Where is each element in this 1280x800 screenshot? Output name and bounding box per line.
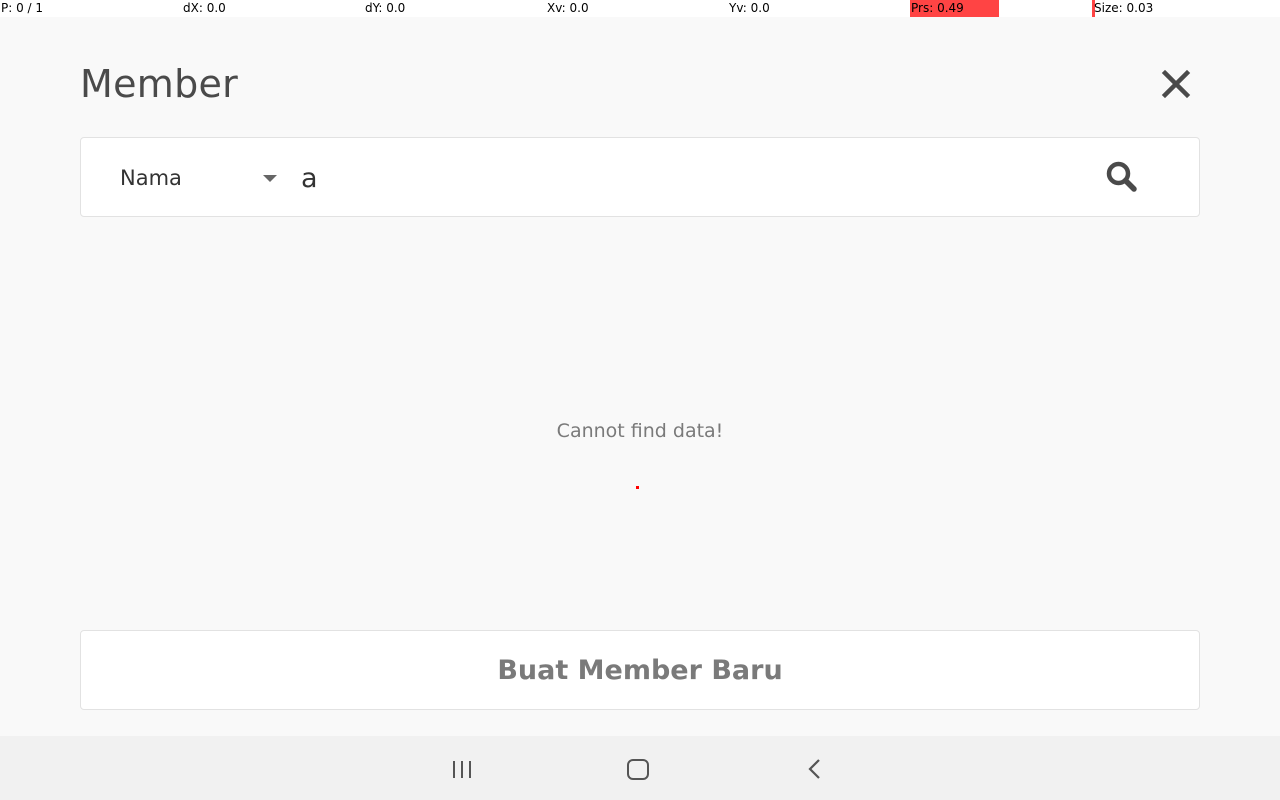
system-nav-bar — [0, 736, 1280, 800]
pointer-debug-bar: P: 0 / 1 dX: 0.0 dY: 0.0 Xv: 0.0 Yv: 0.0… — [0, 0, 1280, 17]
debug-yv: Yv: 0.0 — [729, 1, 770, 15]
search-icon — [1106, 161, 1137, 192]
debug-dx: dX: 0.0 — [183, 1, 226, 15]
search-input[interactable] — [301, 152, 1081, 204]
create-member-button[interactable]: Buat Member Baru — [80, 630, 1200, 710]
debug-dy: dY: 0.0 — [365, 1, 406, 15]
close-icon — [1161, 69, 1191, 99]
home-icon — [627, 759, 649, 780]
debug-prs: Prs: 0.49 — [911, 1, 964, 15]
back-icon — [808, 759, 820, 779]
empty-results-message: Cannot find data! — [556, 420, 724, 442]
recents-button[interactable] — [450, 756, 476, 782]
search-panel: Nama — [80, 137, 1200, 217]
debug-pointer: P: 0 / 1 — [1, 1, 44, 15]
caret-down-icon — [263, 175, 277, 182]
home-button[interactable] — [625, 756, 651, 782]
page-title: Member — [80, 62, 239, 106]
debug-xv: Xv: 0.0 — [547, 1, 589, 15]
search-filter-selected: Nama — [120, 166, 182, 190]
close-button[interactable] — [1156, 64, 1196, 104]
search-button[interactable] — [1105, 160, 1139, 194]
back-button[interactable] — [802, 756, 828, 782]
touch-point-marker — [636, 486, 639, 489]
debug-size: Size: 0.03 — [1094, 1, 1154, 15]
recents-icon — [453, 761, 471, 778]
search-filter-dropdown[interactable]: Nama — [120, 138, 280, 216]
